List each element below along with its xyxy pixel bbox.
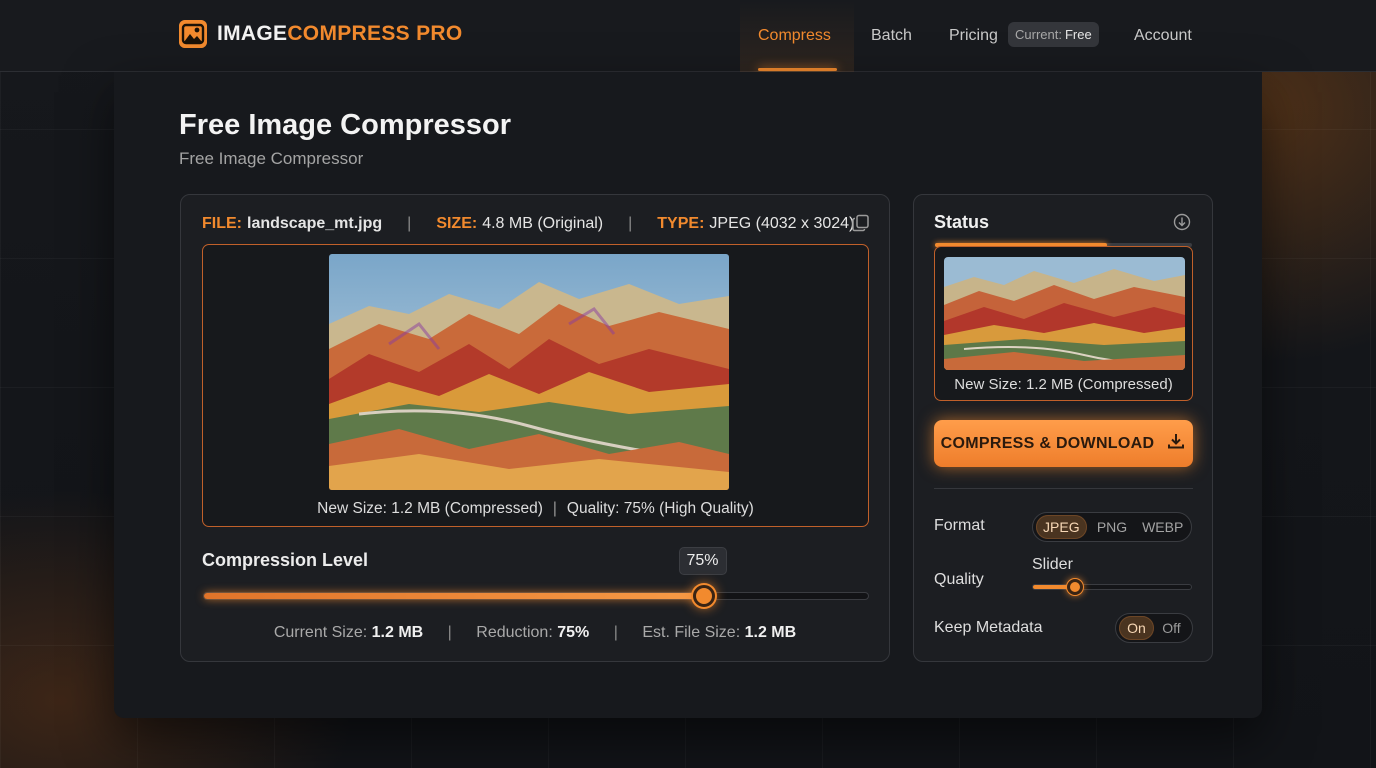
image-icon: [179, 20, 207, 48]
download-icon: [1166, 431, 1186, 456]
file-label: FILE:: [202, 215, 242, 232]
type-label: TYPE:: [657, 215, 705, 232]
status-panel: Status New Size: 1.2 MB (Compressed) COM…: [913, 194, 1213, 662]
copy-icon[interactable]: [851, 213, 871, 233]
est-size-label: Est. File Size:: [642, 624, 741, 641]
size-label: SIZE:: [436, 215, 478, 232]
preview-caption: New Size: 1.2 MB (Compressed) | Quality: 7…: [317, 500, 754, 517]
thumbnail-caption: New Size: 1.2 MB (Compressed): [954, 376, 1173, 393]
preview-image: [329, 254, 729, 490]
image-preview-frame: New Size: 1.2 MB (Compressed) | Quality: 7…: [202, 244, 869, 527]
brand-logo[interactable]: IMAGECOMPRESS PRO: [179, 20, 462, 48]
format-selector: JPEG PNG WEBP: [1032, 512, 1192, 542]
keep-metadata-toggle: On Off: [1115, 613, 1193, 643]
page-title: Free Image Compressor: [179, 109, 512, 141]
compression-value-tooltip: 75%: [678, 547, 727, 575]
compress-download-label: COMPRESS & DOWNLOAD: [940, 434, 1155, 452]
download-circle-icon[interactable]: [1173, 213, 1191, 231]
format-option-png[interactable]: PNG: [1087, 515, 1138, 539]
active-tab-indicator: [758, 68, 837, 71]
separator: |: [407, 215, 412, 232]
size-value: 4.8 MB (Original): [482, 215, 604, 232]
compression-level-label: Compression Level: [202, 550, 369, 570]
format-label: Format: [934, 517, 985, 534]
current-plan-badge: Current: Free: [1008, 22, 1099, 47]
page-subtitle: Free Image Compressor: [179, 149, 364, 168]
nav-tab-batch[interactable]: Batch: [871, 0, 912, 72]
brand-name: IMAGECOMPRESS PRO: [217, 22, 462, 46]
format-option-jpeg[interactable]: JPEG: [1036, 515, 1087, 539]
nav-tab-account[interactable]: Account: [1134, 0, 1192, 72]
nav-tab-compress[interactable]: Compress: [758, 0, 831, 72]
compression-slider-thumb[interactable]: [692, 585, 715, 607]
compressed-thumbnail: [944, 257, 1185, 370]
compression-stats: Current Size: 1.2 MB | Reduction: 75% | …: [273, 624, 797, 641]
brand-name-part1: IMAGE: [217, 22, 288, 45]
preview-new-size: New Size: 1.2 MB (Compressed): [317, 500, 543, 517]
reduction-label: Reduction:: [476, 624, 553, 641]
quality-slider-thumb[interactable]: [1066, 579, 1083, 595]
options-divider: [934, 488, 1193, 489]
reduction-value: 75%: [557, 624, 590, 641]
compressed-thumbnail-frame: New Size: 1.2 MB (Compressed): [934, 246, 1193, 401]
quality-slider[interactable]: [1032, 579, 1192, 595]
type-value: JPEG (4032 x 3024): [709, 215, 855, 232]
file-name: landscape_mt.jpg: [247, 215, 383, 232]
keep-metadata-label: Keep Metadata: [934, 619, 1043, 636]
compression-slider[interactable]: [203, 585, 869, 607]
est-size-value: 1.2 MB: [744, 624, 797, 641]
brand-name-part2: COMPRESS PRO: [287, 22, 463, 45]
file-info-bar: FILE: landscape_mt.jpg | SIZE: 4.8 MB (O…: [202, 214, 854, 234]
plan-badge-value: Free: [1064, 27, 1092, 42]
preview-quality: Quality: 75% (High Quality): [566, 500, 754, 517]
nav-tab-pricing[interactable]: Pricing: [949, 0, 998, 72]
format-option-webp[interactable]: WEBP: [1137, 515, 1188, 539]
metadata-on-option[interactable]: On: [1119, 616, 1154, 640]
status-title: Status: [934, 212, 990, 232]
quality-slider-label: Slider: [1032, 556, 1073, 573]
compression-slider-fill: [204, 593, 702, 599]
current-size-label: Current Size:: [273, 624, 368, 641]
quality-label: Quality: [934, 571, 984, 588]
plan-badge-key: Current:: [1015, 27, 1062, 42]
separator: |: [628, 215, 633, 232]
compress-download-button[interactable]: COMPRESS & DOWNLOAD: [934, 420, 1193, 467]
compressor-panel: FILE: landscape_mt.jpg | SIZE: 4.8 MB (O…: [180, 194, 890, 662]
metadata-off-option[interactable]: Off: [1154, 616, 1189, 640]
top-navigation-bar: IMAGECOMPRESS PRO Compress Batch Pricing…: [0, 0, 1376, 72]
current-size-value: 1.2 MB: [371, 624, 424, 641]
